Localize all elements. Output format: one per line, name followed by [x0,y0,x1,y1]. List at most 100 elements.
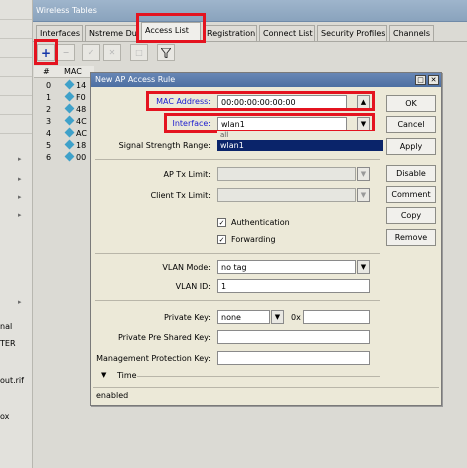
collapse-triangle-icon[interactable]: ▼ [101,371,106,379]
forwarding-checkbox[interactable]: ✓ [217,235,226,244]
table-row[interactable]: 1 F0 [33,91,93,103]
private-key-type-select[interactable]: none [217,310,270,324]
highlight-interface [164,113,375,133]
maximize-button[interactable]: □ [415,75,426,85]
row-number: 5 [46,141,52,150]
interface-dropdown-list: all wlan1 [217,131,383,153]
diamond-icon [64,151,75,162]
diamond-icon [64,103,75,114]
x-icon: ✕ [108,48,116,57]
new-ap-access-rule-dialog: New AP Access Rule □ ✕ MAC Address: 00:0… [90,72,442,406]
table-row[interactable]: 3 4C [33,115,93,127]
remove-button[interactable]: − [57,44,75,61]
comment-button[interactable]: Comment [386,186,436,203]
table-row[interactable]: 2 48 [33,103,93,115]
row-number: 6 [46,153,52,162]
disable-button[interactable]: ✕ [103,44,121,61]
ap-tx-limit-dropdown[interactable]: ▼ [357,167,370,181]
apply-button[interactable]: Apply [386,138,436,155]
close-button[interactable]: ✕ [428,75,439,85]
disable-button[interactable]: Disable [386,165,436,182]
ap-tx-limit-input[interactable] [217,167,356,181]
col-header-mac[interactable]: MAC [64,67,82,76]
private-pre-shared-key-input[interactable] [217,330,370,344]
table-row[interactable]: 5 18 [33,139,93,151]
vlan-id-input[interactable]: 1 [217,279,370,293]
private-key-label: Private Key: [163,313,211,322]
vlan-mode-label: VLAN Mode: [162,263,211,272]
mac-value: 14 [76,81,87,90]
mac-value: 18 [76,141,87,150]
tab-security-profiles[interactable]: Security Profiles [317,25,387,41]
management-protection-key-input[interactable] [217,351,370,365]
diamond-icon [64,139,75,150]
menu-divider [0,57,32,58]
copy-button[interactable]: Copy [386,207,436,224]
menu-divider [0,114,32,115]
vlan-id-label: VLAN ID: [175,282,211,291]
remove-button[interactable]: Remove [386,229,436,246]
dropdown-option-all[interactable]: all [217,131,383,140]
private-key-input[interactable] [303,310,370,324]
submenu-arrow-icon[interactable]: ▸ [18,211,22,219]
submenu-arrow-icon[interactable]: ▸ [18,175,22,183]
row-number: 2 [46,105,52,114]
note-icon: □ [135,48,143,57]
status-bar: enabled [93,387,439,403]
status-text: enabled [96,391,129,400]
ap-tx-limit-label: AP Tx Limit: [163,170,211,179]
table-row[interactable]: 6 00 [33,151,93,163]
filter-button[interactable] [157,44,175,61]
section-divider [95,300,380,301]
vlan-mode-dropdown-button[interactable]: ▼ [357,260,370,274]
authentication-checkbox[interactable]: ✓ [217,218,226,227]
check-icon: ✓ [218,219,225,227]
comment-button[interactable]: □ [130,44,148,61]
dropdown-option-wlan1[interactable]: wlan1 [217,140,383,151]
tab-channels[interactable]: Channels [389,25,434,41]
tab-connect-list[interactable]: Connect List [259,25,315,41]
client-tx-limit-dropdown[interactable]: ▼ [357,188,370,202]
section-divider [95,159,380,160]
menu-item[interactable]: out.rif [0,376,24,385]
dropdown-arrow-icon: ▼ [360,263,367,271]
submenu-arrow-icon[interactable]: ▸ [18,193,22,201]
mac-value: 4C [76,117,87,126]
row-mac: 14 [64,79,87,90]
row-number: 4 [46,129,52,138]
highlight-add-button [34,39,58,65]
dialog-titlebar[interactable]: New AP Access Rule □ ✕ [91,73,441,87]
cancel-button[interactable]: Cancel [386,116,436,133]
enable-button[interactable]: ✓ [82,44,100,61]
menu-item[interactable]: nal [0,322,12,331]
row-mac: F0 [64,91,86,102]
menu-divider [0,38,32,39]
section-divider [137,376,380,377]
tab-registration[interactable]: Registration [203,25,257,41]
row-mac: AC [64,127,87,138]
submenu-arrow-icon[interactable]: ▸ [18,298,22,306]
menu-item[interactable]: ox [0,412,9,421]
table-row[interactable]: 4 AC [33,127,93,139]
submenu-arrow-icon[interactable]: ▸ [18,155,22,163]
highlight-mac-address [146,91,375,111]
list-header: # MAC [34,66,94,78]
vlan-mode-select[interactable]: no tag [217,260,356,274]
row-mac: 4C [64,115,87,126]
time-section-label[interactable]: Time [117,371,137,380]
ok-button[interactable]: OK [386,95,436,112]
tab-divider [33,41,467,42]
table-row[interactable]: 0 14 [33,79,93,91]
dialog-title: New AP Access Rule [95,75,176,84]
tab-nstreme-dual[interactable]: Nstreme Dual [85,25,139,41]
menu-divider [0,76,32,77]
col-header-num[interactable]: # [43,67,50,76]
client-tx-limit-input[interactable] [217,188,356,202]
check-icon: ✓ [218,236,225,244]
menu-item[interactable]: TER [0,339,16,348]
filter-icon [161,47,171,58]
private-key-type-dropdown[interactable]: ▼ [271,310,284,324]
row-mac: 18 [64,139,87,150]
mac-value: 00 [76,153,87,162]
menu-divider [0,95,32,96]
